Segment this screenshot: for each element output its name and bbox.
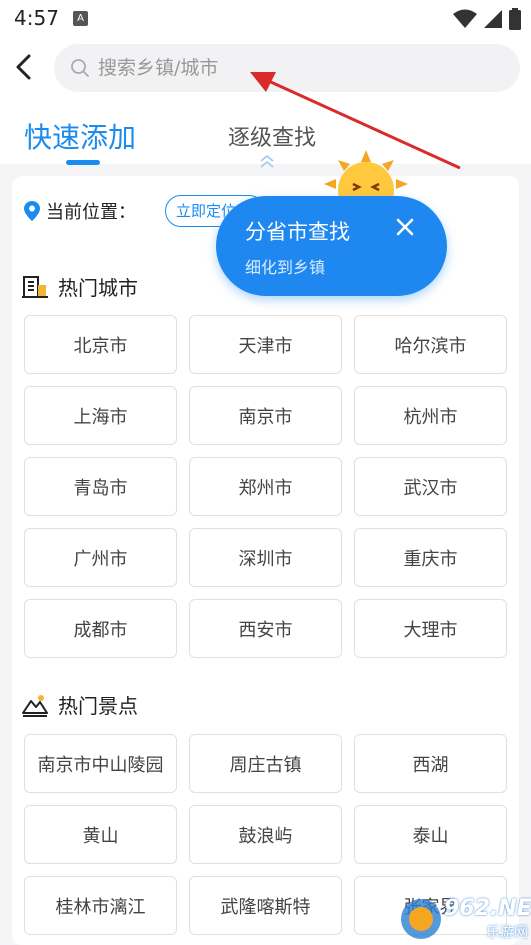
city-chip[interactable]: 南京市 [189,386,342,445]
province-search-tooltip[interactable]: 分省市查找 细化到乡镇 [216,196,447,296]
tooltip-subtitle: 细化到乡镇 [245,258,326,277]
tooltip-title: 分省市查找 [245,220,350,244]
city-chip[interactable]: 上海市 [24,386,177,445]
spot-chip[interactable]: 周庄古镇 [189,734,342,793]
city-chip[interactable]: 成都市 [24,599,177,658]
search-input[interactable] [98,57,478,79]
city-chip[interactable]: 青岛市 [24,457,177,516]
city-chip[interactable]: 哈尔滨市 [354,315,507,374]
back-button[interactable] [10,52,40,82]
watermark-text: 962.NET [444,896,531,921]
tab-quick-add[interactable]: 快速添加 [24,116,136,156]
spot-chip[interactable]: 桂林市漓江 [24,876,177,935]
city-chip[interactable]: 西安市 [189,599,342,658]
location-pin-icon [24,201,40,221]
spot-chip[interactable]: 武隆喀斯特 [189,876,342,935]
cellular-signal-icon [484,10,502,28]
hot-cities-label: 热门城市 [58,276,138,300]
hot-cities-title: 热门城市 [22,272,138,301]
hot-cities-grid: 北京市 天津市 哈尔滨市上海市 南京市 杭州市青岛市 郑州市 武汉市广州市 深圳市 重庆市成都市… [24,315,507,658]
city-chip[interactable]: 大理市 [354,599,507,658]
spot-chip[interactable]: 西湖 [354,734,507,793]
search-box[interactable] [54,44,520,92]
search-icon [71,59,89,77]
spot-chip[interactable]: 泰山 [354,805,507,864]
app-notification-icon: A [73,11,88,26]
watermark-badge-icon [401,899,441,939]
chevron-up-icon [260,154,274,168]
spot-chip[interactable]: 鼓浪屿 [189,805,342,864]
spot-chip[interactable]: 黄山 [24,805,177,864]
header: 快速添加 逐级查找 [0,36,531,168]
status-bar: 4:57 A [0,0,531,36]
spot-chip[interactable]: 南京市中山陵园 [24,734,177,793]
status-time: 4:57 [14,6,59,30]
location-label: 当前位置： [46,202,136,223]
city-chip[interactable]: 广州市 [24,528,177,587]
location-row: 当前位置： [24,198,136,224]
city-chip[interactable]: 杭州市 [354,386,507,445]
city-chip[interactable]: 重庆市 [354,528,507,587]
city-chip[interactable]: 深圳市 [189,528,342,587]
battery-icon [509,8,521,30]
hot-spots-title: 热门景点 [22,690,138,719]
tooltip-close-button[interactable] [392,214,418,240]
city-chip[interactable]: 武汉市 [354,457,507,516]
tab-level-search[interactable]: 逐级查找 [228,120,316,152]
city-chip[interactable]: 郑州市 [189,457,342,516]
watermark-logo: 962.NET 乐游网 [396,892,531,945]
status-icons [453,8,521,30]
chevron-left-icon [16,54,31,80]
mountain-landscape-icon [22,694,48,717]
building-icon [22,275,48,298]
watermark-subtext: 乐游网 [486,925,528,941]
city-chip[interactable]: 北京市 [24,315,177,374]
close-icon [396,218,414,236]
active-tab-indicator [66,160,100,165]
hot-spots-label: 热门景点 [58,694,138,718]
wifi-icon [453,9,477,28]
city-chip[interactable]: 天津市 [189,315,342,374]
